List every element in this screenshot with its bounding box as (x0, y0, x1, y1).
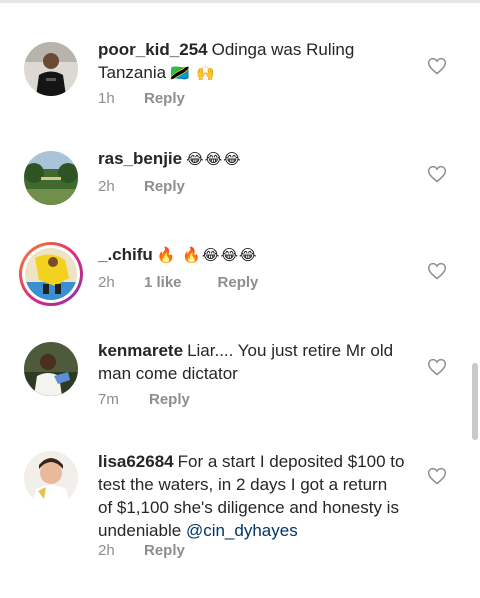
avatar-image (24, 342, 78, 396)
avatar[interactable] (24, 151, 78, 205)
avatar-image (24, 42, 78, 96)
story-avatar[interactable] (19, 242, 83, 306)
reply-button[interactable]: Reply (149, 391, 190, 408)
comment-meta: 2h 1 like Reply (98, 274, 258, 291)
comment-meta: 7m Reply (98, 391, 190, 408)
avatar[interactable] (24, 42, 78, 96)
comment-time: 2h (98, 178, 115, 195)
comment-time: 2h (98, 542, 115, 559)
comment-text: ras_benjie 😂😂😂 (98, 147, 406, 171)
heart-outline-icon[interactable] (427, 466, 447, 486)
comment-text: lisa62684 For a start I deposited $100 to… (98, 450, 406, 542)
comment-username[interactable]: poor_kid_254 (98, 40, 208, 59)
reply-button[interactable]: Reply (144, 178, 185, 195)
comment-text: kenmarete Liar.... You just retire Mr old… (98, 339, 406, 385)
comment-time: 7m (98, 391, 119, 408)
comment-username[interactable]: _.chifu (98, 245, 153, 264)
comment-emoji: 😂😂😂 (186, 150, 242, 168)
comment-meta: 1h Reply (98, 90, 185, 107)
avatar-image (24, 451, 78, 505)
scrollbar-thumb[interactable] (472, 363, 478, 440)
comment-meta: 2h Reply (98, 178, 185, 195)
like-count-button[interactable]: 1 like (144, 274, 182, 291)
comment-emoji: 🔥 🔥😂😂😂 (156, 246, 258, 264)
comment-time: 2h (98, 274, 115, 291)
reply-button[interactable]: Reply (144, 542, 185, 559)
heart-outline-icon[interactable] (427, 164, 447, 184)
comment-text: poor_kid_254 Odinga was Ruling Tanzania 🇹… (98, 38, 406, 85)
heart-outline-icon[interactable] (427, 261, 447, 281)
comment-username[interactable]: kenmarete (98, 341, 183, 360)
comment-username[interactable]: ras_benjie (98, 149, 182, 168)
avatar-image (24, 151, 78, 205)
comment-username[interactable]: lisa62684 (98, 452, 174, 471)
top-divider (0, 0, 480, 3)
reply-button[interactable]: Reply (218, 274, 259, 291)
mention-link[interactable]: @cin_dyhayes (186, 521, 298, 540)
heart-outline-icon[interactable] (427, 56, 447, 76)
avatar-ring (22, 245, 80, 303)
comment-emoji: 🇹🇿 🙌 (170, 64, 216, 82)
reply-button[interactable]: Reply (144, 90, 185, 107)
avatar[interactable] (24, 342, 78, 396)
avatar-image (25, 248, 77, 300)
comment-text: _.chifu 🔥 🔥😂😂😂 (98, 243, 406, 267)
comment-time: 1h (98, 90, 115, 107)
comment-meta: 2h Reply (98, 542, 185, 559)
heart-outline-icon[interactable] (427, 357, 447, 377)
avatar[interactable] (24, 451, 78, 505)
